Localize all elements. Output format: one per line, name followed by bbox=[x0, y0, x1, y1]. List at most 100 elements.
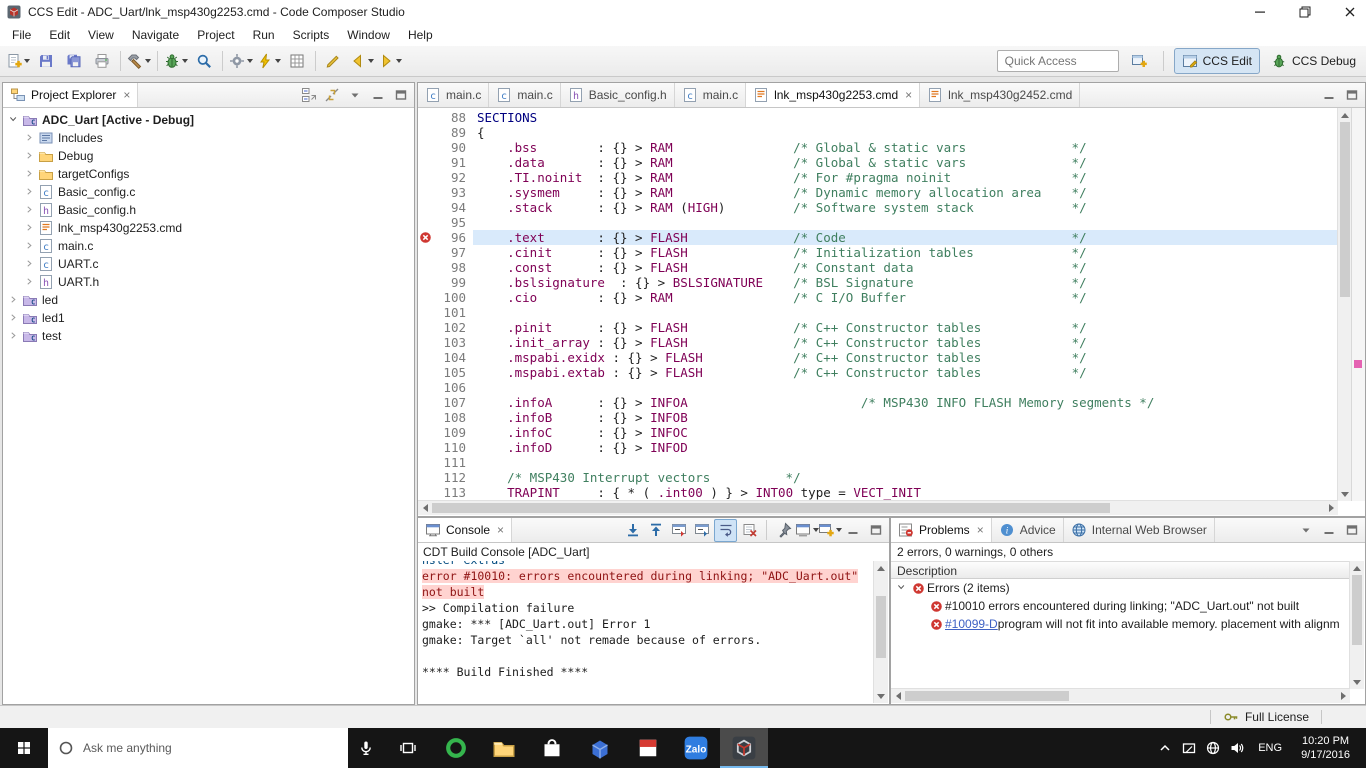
editor-horizontal-scrollbar[interactable] bbox=[418, 500, 1338, 515]
back-button[interactable] bbox=[348, 49, 376, 73]
dropdown-arrow-icon[interactable] bbox=[836, 528, 842, 532]
console-output[interactable]: nsler extraserror #10010: errors encount… bbox=[418, 561, 874, 703]
code-text[interactable]: .mspabi.exidx : {} > FLASH /* C++ Constr… bbox=[473, 350, 1338, 365]
display-selected-console-button[interactable] bbox=[796, 520, 817, 541]
dropdown-arrow-icon[interactable] bbox=[368, 59, 374, 63]
quick-access-box[interactable]: Quick Access bbox=[997, 50, 1119, 72]
overview-error-marker[interactable] bbox=[1354, 360, 1362, 368]
flash-button[interactable] bbox=[255, 49, 283, 73]
code-text[interactable]: .infoB : {} > INFOB bbox=[473, 410, 1338, 425]
problems-vertical-scrollbar[interactable] bbox=[1349, 561, 1364, 689]
maximize-button[interactable] bbox=[1341, 520, 1362, 541]
code-text[interactable]: TRAPINT : { * ( .int00 ) } > INT00 type … bbox=[473, 485, 1338, 500]
tray-network-button[interactable] bbox=[1201, 728, 1225, 768]
memory-browser-button[interactable] bbox=[283, 49, 311, 73]
expanded-arrow-icon[interactable] bbox=[895, 583, 909, 594]
tree-item-test[interactable]: Ctest bbox=[3, 327, 414, 345]
taskbar-app-store[interactable] bbox=[528, 728, 576, 768]
scrollbar-thumb[interactable] bbox=[1352, 575, 1362, 645]
dropdown-arrow-icon[interactable] bbox=[182, 59, 188, 63]
taskbar-app-blue-app[interactable] bbox=[576, 728, 624, 768]
code-text[interactable] bbox=[473, 305, 1338, 320]
problems-group-errors[interactable]: Errors (2 items) bbox=[891, 579, 1350, 597]
forward-button[interactable] bbox=[376, 49, 404, 73]
taskbar-app-green-app[interactable] bbox=[432, 728, 480, 768]
collapsed-arrow-icon[interactable] bbox=[23, 151, 37, 162]
editor-tab-main-c[interactable]: cmain.c bbox=[418, 83, 489, 107]
code-text[interactable]: .mspabi.extab : {} > FLASH /* C++ Constr… bbox=[473, 365, 1338, 380]
tab-internal-web-browser[interactable]: Internal Web Browser bbox=[1064, 518, 1215, 542]
scroll-left-button[interactable] bbox=[418, 501, 432, 515]
debug-button[interactable] bbox=[162, 49, 190, 73]
scroll-to-end-button[interactable] bbox=[622, 520, 643, 541]
code-text[interactable]: /* MSP430 Interrupt vectors */ bbox=[473, 470, 1338, 485]
new-target-configuration-button[interactable] bbox=[227, 49, 255, 73]
word-wrap-button[interactable] bbox=[714, 519, 737, 542]
error-marker-icon[interactable] bbox=[418, 230, 433, 245]
dropdown-arrow-icon[interactable] bbox=[275, 59, 281, 63]
show-console-on-stderr-button[interactable] bbox=[668, 520, 689, 541]
scroll-up-button[interactable] bbox=[1350, 561, 1364, 575]
code-text[interactable]: .bslsignature : {} > BSLSIGNATURE /* BSL… bbox=[473, 275, 1338, 290]
collapsed-arrow-icon[interactable] bbox=[7, 313, 21, 324]
minimize-button[interactable] bbox=[1318, 85, 1339, 106]
collapsed-arrow-icon[interactable] bbox=[23, 277, 37, 288]
scroll-right-button[interactable] bbox=[1324, 501, 1338, 515]
editor-vertical-scrollbar[interactable] bbox=[1337, 108, 1352, 501]
collapsed-arrow-icon[interactable] bbox=[23, 259, 37, 270]
collapsed-arrow-icon[interactable] bbox=[23, 241, 37, 252]
open-perspective-button[interactable] bbox=[1125, 49, 1153, 73]
code-text[interactable] bbox=[473, 215, 1338, 230]
collapsed-arrow-icon[interactable] bbox=[23, 187, 37, 198]
tree-item-basic-config-h[interactable]: hBasic_config.h bbox=[3, 201, 414, 219]
editor-tab-lnk-msp430g2253-cmd[interactable]: lnk_msp430g2253.cmd× bbox=[746, 83, 920, 107]
code-text[interactable]: .TI.noinit : {} > RAM /* For #pragma noi… bbox=[473, 170, 1338, 185]
scroll-to-top-button[interactable] bbox=[645, 520, 666, 541]
problem-id-link[interactable]: #10099-D bbox=[945, 617, 998, 631]
code-text[interactable]: .bss : {} > RAM /* Global & static vars … bbox=[473, 140, 1338, 155]
console-scrollbar[interactable] bbox=[873, 561, 888, 703]
expanded-arrow-icon[interactable] bbox=[7, 115, 21, 126]
scroll-right-button[interactable] bbox=[1336, 689, 1350, 703]
code-text[interactable]: .stack : {} > RAM (HIGH) /* Software sys… bbox=[473, 200, 1338, 215]
taskbar-app-ccs[interactable] bbox=[720, 728, 768, 768]
tree-item-lnk-msp430g2253-cmd[interactable]: lnk_msp430g2253.cmd bbox=[3, 219, 414, 237]
search-button[interactable] bbox=[190, 49, 218, 73]
code-text[interactable] bbox=[473, 380, 1338, 395]
start-button[interactable] bbox=[0, 728, 48, 768]
editor-tab-lnk-msp430g2452-cmd[interactable]: lnk_msp430g2452.cmd bbox=[920, 83, 1080, 107]
code-text[interactable]: .const : {} > FLASH /* Constant data */ bbox=[473, 260, 1338, 275]
editor-tab-basic-config-h[interactable]: hBasic_config.h bbox=[561, 83, 675, 107]
code-text[interactable]: .data : {} > RAM /* Global & static vars… bbox=[473, 155, 1338, 170]
code-text[interactable]: .cinit : {} > FLASH /* Initialization ta… bbox=[473, 245, 1338, 260]
close-tab-icon[interactable]: × bbox=[977, 523, 984, 537]
code-text[interactable]: .infoC : {} > INFOC bbox=[473, 425, 1338, 440]
tray-show-hidden-icons-button[interactable] bbox=[1153, 728, 1177, 768]
code-text[interactable]: .cio : {} > RAM /* C I/O Buffer */ bbox=[473, 290, 1338, 305]
code-text[interactable]: .text : {} > FLASH /* Code */ bbox=[473, 230, 1338, 245]
code-text[interactable] bbox=[473, 455, 1338, 470]
view-menu-button[interactable] bbox=[1295, 520, 1316, 541]
problem-row-1[interactable]: #10010 errors encountered during linking… bbox=[891, 597, 1350, 615]
minimize-button[interactable] bbox=[1318, 520, 1339, 541]
collapsed-arrow-icon[interactable] bbox=[23, 169, 37, 180]
menu-help[interactable]: Help bbox=[399, 25, 442, 45]
scrollbar-thumb[interactable] bbox=[905, 691, 1069, 701]
code-text[interactable]: .pinit : {} > FLASH /* C++ Constructor t… bbox=[473, 320, 1338, 335]
last-edit-location-button[interactable] bbox=[320, 49, 348, 73]
window-close-button[interactable] bbox=[1327, 0, 1366, 24]
dropdown-arrow-icon[interactable] bbox=[396, 59, 402, 63]
menu-navigate[interactable]: Navigate bbox=[123, 25, 188, 45]
link-with-editor-button[interactable] bbox=[321, 85, 342, 106]
menu-file[interactable]: File bbox=[3, 25, 40, 45]
dropdown-arrow-icon[interactable] bbox=[247, 59, 253, 63]
scrollbar-track[interactable] bbox=[432, 501, 1324, 515]
taskbar-app-red-app[interactable] bbox=[624, 728, 672, 768]
taskbar-app-zalo[interactable]: Zalo bbox=[672, 728, 720, 768]
collapsed-arrow-icon[interactable] bbox=[7, 331, 21, 342]
menu-run[interactable]: Run bbox=[244, 25, 284, 45]
window-minimize-button[interactable] bbox=[1237, 0, 1282, 24]
scrollbar-thumb[interactable] bbox=[1340, 122, 1350, 297]
editor-tab-main-c[interactable]: cmain.c bbox=[675, 83, 746, 107]
save-button[interactable] bbox=[32, 49, 60, 73]
